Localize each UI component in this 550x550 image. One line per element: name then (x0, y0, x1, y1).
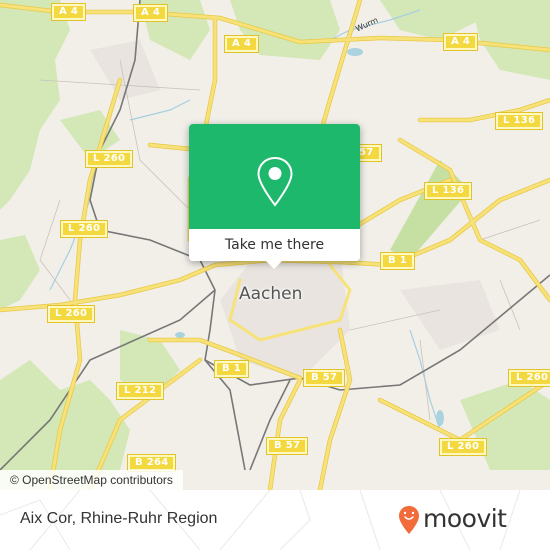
road-shield-a4: A 4 (50, 3, 87, 21)
road-shield-l136: L 136 (423, 182, 473, 200)
moovit-pin-smile-icon (399, 506, 419, 534)
take-me-there-button[interactable]: Take me there (189, 229, 360, 261)
road-shield-b57: B 57 (302, 369, 346, 387)
map-pin-icon (257, 156, 293, 207)
road-shield-a4: A 4 (132, 4, 169, 22)
place-name: Aix Cor, Rhine-Ruhr Region (20, 510, 218, 527)
map-attribution[interactable]: © OpenStreetMap contributors (0, 470, 183, 490)
popup-pointer (266, 261, 282, 269)
road-shield-l260: L 260 (46, 305, 96, 323)
road-shield-b1: B 1 (380, 252, 415, 270)
road-shield-b1: B 1 (214, 360, 249, 378)
road-shield-a4: A 4 (223, 35, 260, 53)
road-shield-l136: L 136 (494, 112, 544, 130)
road-shield-b264: B 264 (126, 454, 177, 472)
road-shield-a4: A 4 (442, 33, 479, 51)
road-shield-l260: L 260 (507, 369, 550, 387)
popup-header (189, 124, 360, 229)
footer-bar: Aix Cor, Rhine-Ruhr Region moovit (0, 490, 550, 550)
moovit-logo[interactable]: moovit (398, 503, 507, 537)
brand-name: moovit (423, 503, 507, 533)
city-label: Aachen (239, 284, 303, 304)
road-shield-l212: L 212 (115, 382, 165, 400)
road-shield-l260: L 260 (438, 438, 488, 456)
road-shield-l260: L 260 (84, 150, 134, 168)
location-popup: Take me there (189, 124, 360, 269)
map-view[interactable]: A 4 A 4 A 4 A 4 L 136 L 136 L 260 L 260 … (0, 0, 550, 490)
road-shield-b57: B 57 (265, 437, 309, 455)
road-shield-l260: L 260 (59, 220, 109, 238)
